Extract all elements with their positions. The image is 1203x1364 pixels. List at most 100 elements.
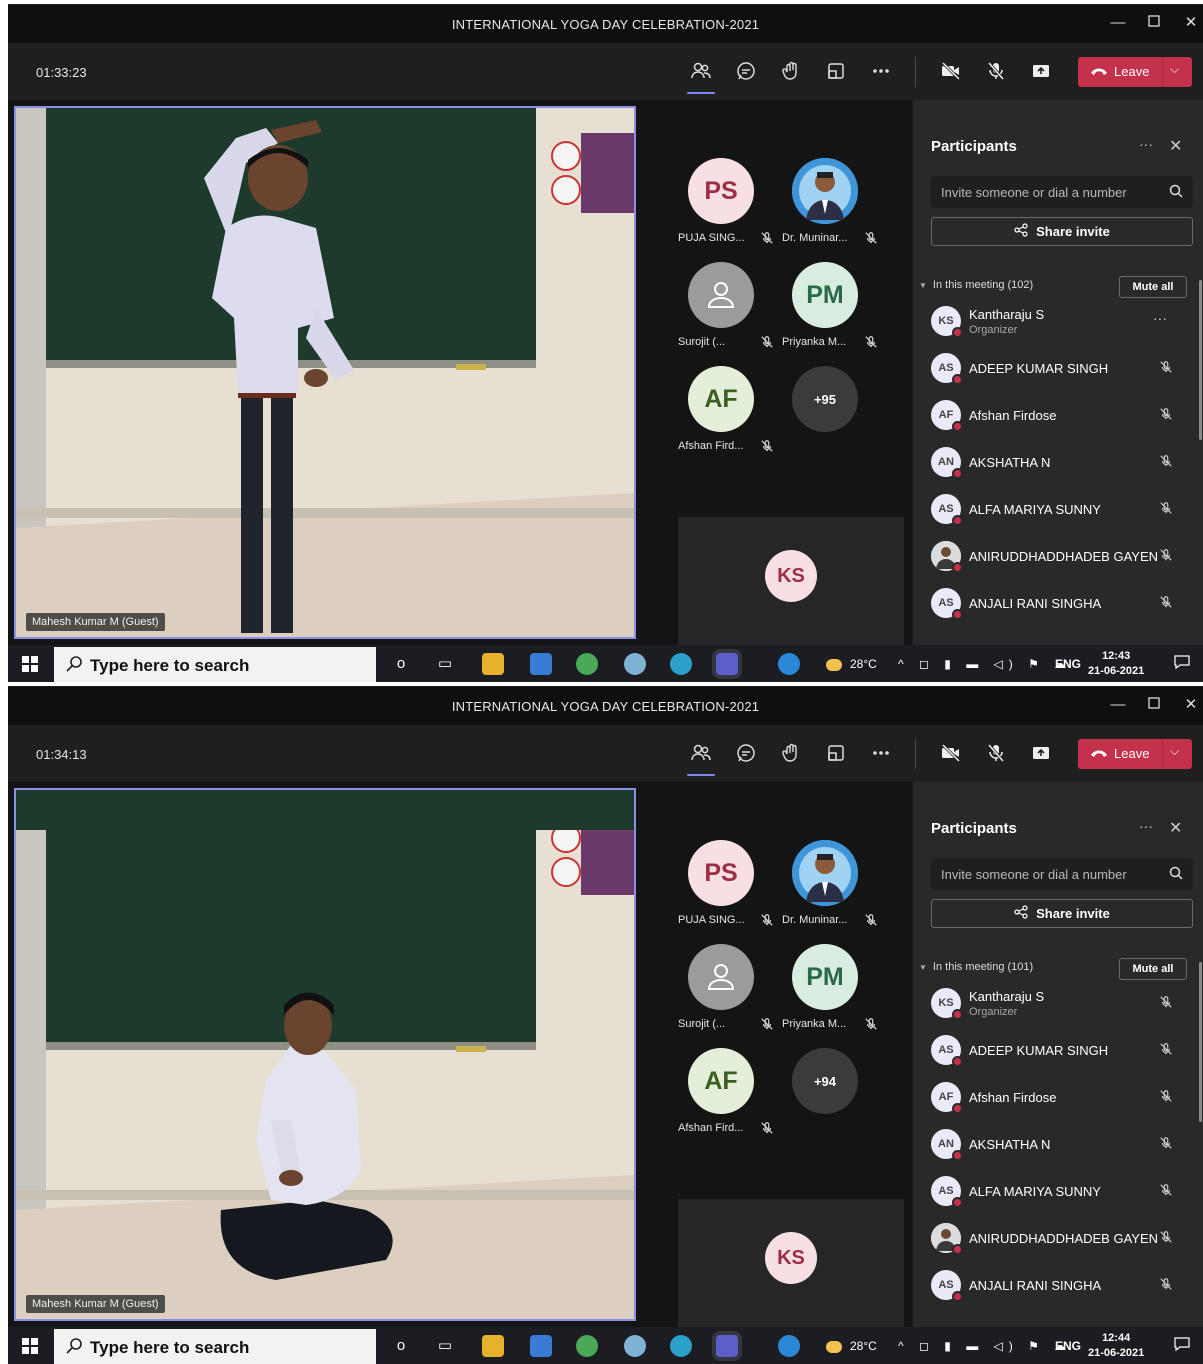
mic-off-button[interactable] bbox=[982, 60, 1010, 86]
participant-tile[interactable]: AF Afshan Fird... bbox=[678, 366, 778, 466]
participant-tile[interactable]: PS PUJA SING... bbox=[678, 158, 778, 258]
participant-tile[interactable]: PM Priyanka M... bbox=[782, 262, 882, 362]
chrome-icon[interactable] bbox=[576, 1335, 598, 1357]
mute-all-button[interactable]: Mute all bbox=[1119, 276, 1187, 298]
edge-icon[interactable] bbox=[670, 1335, 692, 1357]
participant-row[interactable]: AF Afshan Firdose bbox=[931, 1078, 1201, 1118]
participant-row[interactable]: AS ALFA MARIYA SUNNY bbox=[931, 490, 1201, 530]
close-window-button[interactable]: ✕ bbox=[1177, 11, 1203, 35]
teams-icon[interactable] bbox=[716, 653, 738, 675]
participant-row[interactable]: AS ANJALI RANI SINGHA bbox=[931, 1266, 1201, 1306]
more-button[interactable] bbox=[867, 60, 895, 86]
camera-off-button[interactable] bbox=[937, 60, 965, 86]
more-icon[interactable]: ··· bbox=[1139, 136, 1153, 152]
app-icon[interactable] bbox=[530, 1335, 552, 1357]
participant-row[interactable]: AS ADEEP KUMAR SINGH bbox=[931, 349, 1201, 389]
participant-row[interactable]: ANIRUDDHADDHADEB GAYEN bbox=[931, 1219, 1201, 1259]
participant-row[interactable]: AF Afshan Firdose bbox=[931, 396, 1201, 436]
people-button[interactable] bbox=[687, 60, 715, 94]
overflow-count[interactable]: +94 bbox=[792, 1048, 858, 1114]
in-meeting-header[interactable]: ▼ In this meeting (101) bbox=[919, 961, 1033, 973]
chat-button[interactable] bbox=[732, 742, 760, 768]
raise-hand-button[interactable] bbox=[777, 742, 805, 768]
participant-tile[interactable]: PS PUJA SING... bbox=[678, 840, 778, 940]
weather-widget[interactable]: 28°C bbox=[826, 657, 877, 671]
maximize-button[interactable] bbox=[1140, 693, 1168, 717]
windows-start-icon[interactable] bbox=[22, 1338, 38, 1359]
taskbar-search[interactable]: Type here to search bbox=[54, 1329, 376, 1364]
chat-button[interactable] bbox=[732, 60, 760, 86]
weather-widget[interactable]: 28°C bbox=[826, 1339, 877, 1353]
overflow-count[interactable]: +95 bbox=[792, 366, 858, 432]
leave-button[interactable]: Leave ⌵ bbox=[1078, 57, 1192, 87]
more-button[interactable] bbox=[867, 742, 895, 768]
edge-icon[interactable] bbox=[670, 653, 692, 675]
participant-tile[interactable]: AF Afshan Fird... bbox=[678, 1048, 778, 1148]
share-tray-button[interactable] bbox=[1027, 742, 1055, 768]
participant-row[interactable]: AS ALFA MARIYA SUNNY bbox=[931, 1172, 1201, 1212]
maximize-button[interactable] bbox=[1140, 11, 1168, 35]
file-explorer-icon[interactable] bbox=[482, 1335, 504, 1357]
participant-tile[interactable]: Dr. Muninar... bbox=[782, 158, 882, 258]
system-tray-icons[interactable]: ^ ◻ ▮ ▬ ◁) ⚑ ☁ bbox=[898, 657, 1072, 671]
teams-icon[interactable] bbox=[716, 1335, 738, 1357]
minimize-button[interactable]: — bbox=[1104, 693, 1132, 717]
people-button[interactable] bbox=[687, 742, 715, 776]
mic-off-button[interactable] bbox=[982, 742, 1010, 768]
more-icon[interactable]: ··· bbox=[1153, 310, 1167, 326]
help-icon[interactable] bbox=[778, 653, 800, 675]
windows-start-icon[interactable] bbox=[22, 656, 38, 677]
share-invite-button[interactable]: Share invite bbox=[931, 217, 1193, 246]
participant-row[interactable]: KS Kantharaju S Organizer bbox=[931, 984, 1201, 1024]
share-tray-button[interactable] bbox=[1027, 60, 1055, 86]
participant-row[interactable]: AN AKSHATHA N bbox=[931, 443, 1201, 483]
task-view-icon[interactable]: ▭ bbox=[434, 653, 456, 675]
rooms-button[interactable] bbox=[822, 742, 850, 768]
invite-input[interactable]: Invite someone or dial a number bbox=[931, 858, 1193, 890]
file-explorer-icon[interactable] bbox=[482, 653, 504, 675]
rooms-button[interactable] bbox=[822, 60, 850, 86]
participant-row[interactable]: AN AKSHATHA N bbox=[931, 1125, 1201, 1165]
notification-icon[interactable] bbox=[1174, 654, 1190, 673]
in-meeting-header[interactable]: ▼ In this meeting (102) bbox=[919, 279, 1033, 291]
app-icon[interactable] bbox=[530, 653, 552, 675]
more-icon[interactable]: ··· bbox=[1139, 818, 1153, 834]
participant-row[interactable]: AS ADEEP KUMAR SINGH bbox=[931, 1031, 1201, 1071]
chrome-icon[interactable] bbox=[576, 653, 598, 675]
taskbar-clock[interactable]: 12:43 21-06-2021 bbox=[1088, 649, 1144, 679]
chevron-down-icon[interactable]: ⌵ bbox=[1170, 744, 1179, 759]
close-icon[interactable]: ✕ bbox=[1169, 818, 1182, 838]
taskbar-search[interactable]: Type here to search bbox=[54, 647, 376, 682]
notification-icon[interactable] bbox=[1174, 1336, 1190, 1355]
participant-tile[interactable]: PM Priyanka M... bbox=[782, 944, 882, 1044]
panel-scrollbar[interactable] bbox=[1199, 280, 1202, 440]
cortana-icon[interactable]: o bbox=[390, 1335, 412, 1357]
invite-input[interactable]: Invite someone or dial a number bbox=[931, 176, 1193, 208]
leave-button[interactable]: Leave ⌵ bbox=[1078, 739, 1192, 769]
raise-hand-button[interactable] bbox=[777, 60, 805, 86]
cortana-icon[interactable]: o bbox=[390, 653, 412, 675]
participant-tile[interactable]: Surojit (... bbox=[678, 944, 778, 1044]
close-window-button[interactable]: ✕ bbox=[1177, 693, 1203, 717]
task-view-icon[interactable]: ▭ bbox=[434, 1335, 456, 1357]
participant-tile[interactable]: Dr. Muninar... bbox=[782, 840, 882, 940]
settings-icon[interactable] bbox=[624, 653, 646, 675]
chevron-down-icon[interactable]: ⌵ bbox=[1170, 62, 1179, 77]
participant-tile[interactable]: Surojit (... bbox=[678, 262, 778, 362]
help-icon[interactable] bbox=[778, 1335, 800, 1357]
main-video[interactable]: Mahesh Kumar M (Guest) bbox=[14, 106, 636, 639]
system-tray-icons[interactable]: ^ ◻ ▮ ▬ ◁) ⚑ ☁ bbox=[898, 1339, 1072, 1353]
participant-row[interactable]: ANIRUDDHADDHADEB GAYEN bbox=[931, 537, 1201, 577]
mute-all-button[interactable]: Mute all bbox=[1119, 958, 1187, 980]
panel-scrollbar[interactable] bbox=[1199, 962, 1202, 1122]
close-icon[interactable]: ✕ bbox=[1169, 136, 1182, 156]
participant-row[interactable]: KS Kantharaju S Organizer ··· bbox=[931, 302, 1201, 342]
share-invite-button[interactable]: Share invite bbox=[931, 899, 1193, 928]
camera-off-button[interactable] bbox=[937, 742, 965, 768]
taskbar-clock[interactable]: 12:44 21-06-2021 bbox=[1088, 1331, 1144, 1361]
participant-row[interactable]: AS ANJALI RANI SINGHA bbox=[931, 584, 1201, 624]
input-language[interactable]: ENG bbox=[1055, 1339, 1081, 1353]
settings-icon[interactable] bbox=[624, 1335, 646, 1357]
minimize-button[interactable]: — bbox=[1104, 11, 1132, 35]
main-video[interactable]: Mahesh Kumar M (Guest) bbox=[14, 788, 636, 1321]
